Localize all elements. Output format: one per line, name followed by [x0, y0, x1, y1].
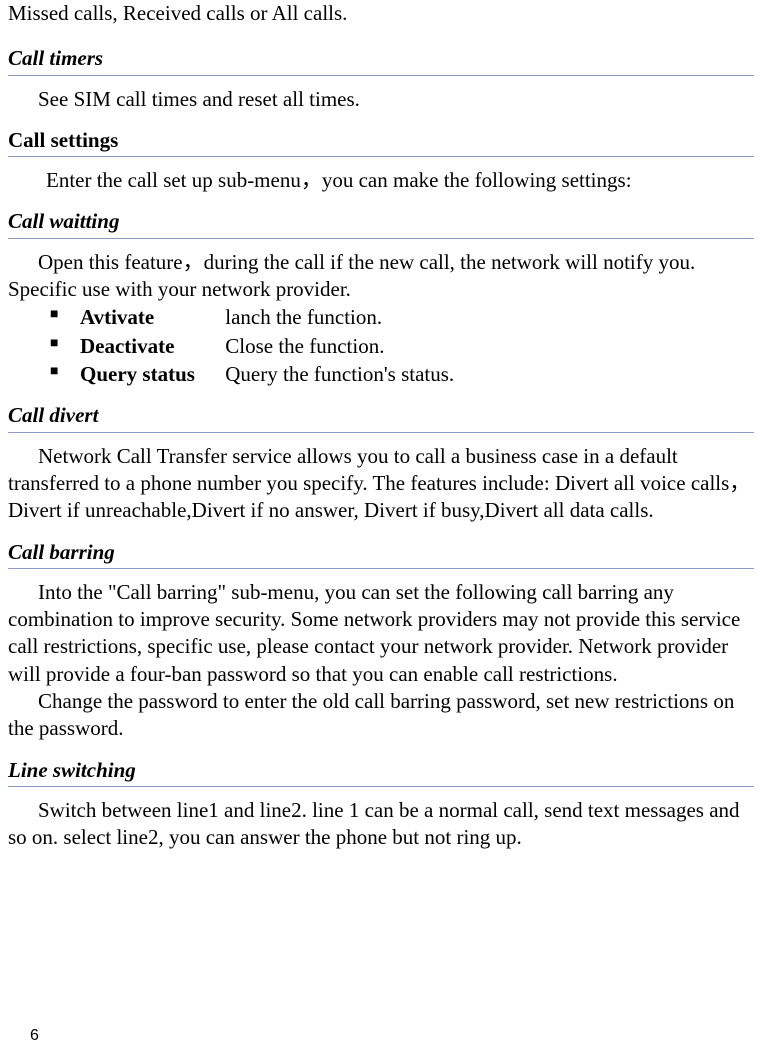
- call-waiting-intro: Open this feature，during the call if the…: [8, 249, 754, 304]
- call-settings-text: Enter the call set up sub-menu，you can m…: [8, 167, 754, 194]
- call-divert-heading: Call divert: [8, 402, 754, 432]
- call-barring-heading: Call barring: [8, 539, 754, 569]
- intro-text: Missed calls, Received calls or All call…: [8, 0, 754, 27]
- call-settings-section: Call settings Enter the call set up sub-…: [8, 127, 754, 195]
- list-item: Deactivate Close the function.: [50, 332, 754, 360]
- bullet-desc: Close the function.: [225, 334, 384, 358]
- bullet-term: Query status: [80, 360, 220, 388]
- bullet-desc: lanch the function.: [225, 305, 382, 329]
- list-item: Query status Query the function's status…: [50, 360, 754, 388]
- line-switching-heading: Line switching: [8, 757, 754, 787]
- call-waiting-list: Avtivate lanch the function. Deactivate …: [50, 303, 754, 388]
- call-barring-para2: Change the password to enter the old cal…: [8, 688, 754, 743]
- call-divert-text: Network Call Transfer service allows you…: [8, 443, 754, 525]
- call-settings-heading: Call settings: [8, 127, 754, 157]
- call-barring-para1: Into the "Call barring" sub-menu, you ca…: [8, 579, 754, 688]
- bullet-term: Deactivate: [80, 332, 220, 360]
- call-waiting-section: Call waitting Open this feature，during t…: [8, 208, 754, 388]
- line-switching-section: Line switching Switch between line1 and …: [8, 757, 754, 852]
- call-timers-heading: Call timers: [8, 45, 754, 75]
- call-waiting-heading: Call waitting: [8, 208, 754, 238]
- call-timers-section: Call timers See SIM call times and reset…: [8, 45, 754, 113]
- call-divert-section: Call divert Network Call Transfer servic…: [8, 402, 754, 524]
- page-number: 6: [30, 1026, 39, 1047]
- list-item: Avtivate lanch the function.: [50, 303, 754, 331]
- bullet-term: Avtivate: [80, 303, 220, 331]
- call-timers-text: See SIM call times and reset all times.: [8, 86, 754, 113]
- bullet-desc: Query the function's status.: [225, 362, 454, 386]
- call-barring-section: Call barring Into the "Call barring" sub…: [8, 539, 754, 743]
- line-switching-text: Switch between line1 and line2. line 1 c…: [8, 797, 754, 852]
